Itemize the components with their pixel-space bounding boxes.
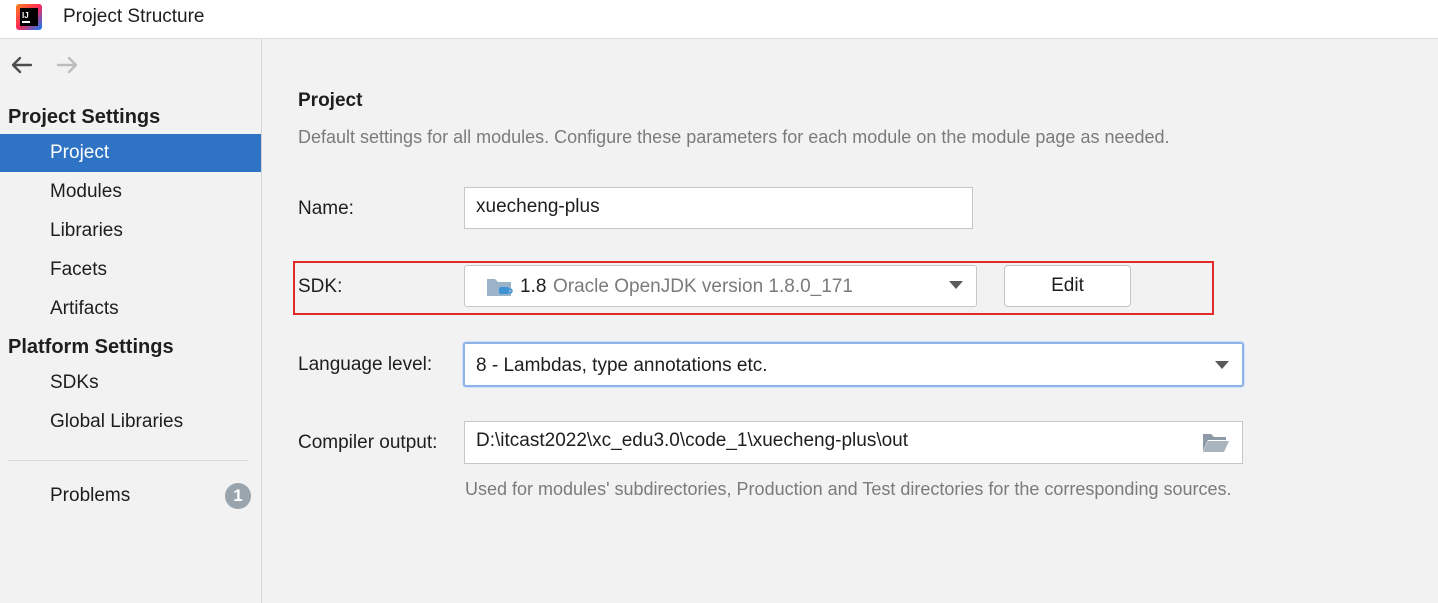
compiler-output-label: Compiler output: (298, 432, 438, 453)
project-settings-header: Project Settings (8, 106, 161, 128)
window-title: Project Structure (63, 6, 205, 27)
language-level-value: 8 - Lambdas, type annotations etc. (476, 355, 768, 376)
sidebar-item-sdks[interactable]: SDKs (0, 364, 261, 402)
sidebar-item-label: SDKs (50, 372, 99, 393)
sidebar-divider (8, 460, 248, 461)
sidebar-item-label: Global Libraries (50, 411, 184, 432)
intellij-idea-logo-icon: IJ (16, 4, 42, 30)
main-panel: Project Default settings for all modules… (262, 39, 1438, 603)
sidebar-item-modules[interactable]: Modules (0, 173, 261, 211)
arrow-right-icon[interactable] (55, 53, 81, 77)
compiler-output-hint: Used for modules' subdirectories, Produc… (465, 479, 1232, 499)
name-label: Name: (298, 198, 354, 219)
chevron-down-icon (949, 281, 963, 289)
chevron-down-icon (1215, 361, 1229, 369)
folder-open-icon[interactable] (1202, 431, 1230, 453)
language-level-label: Language level: (298, 354, 433, 375)
sidebar-item-label: Project (50, 142, 110, 163)
sidebar-item-label: Libraries (50, 220, 123, 241)
sidebar-item-label: Facets (50, 259, 108, 280)
sdk-edit-button[interactable]: Edit (1004, 265, 1131, 307)
sdk-detail: Oracle OpenJDK version 1.8.0_171 (553, 276, 853, 297)
sdk-label: SDK: (298, 276, 343, 297)
sidebar-item-project[interactable]: Project (0, 134, 261, 172)
sidebar-item-label: Problems (50, 485, 131, 506)
platform-settings-header: Platform Settings (8, 336, 174, 358)
sidebar-item-artifacts[interactable]: Artifacts (0, 290, 261, 328)
arrow-left-icon[interactable] (8, 53, 34, 77)
sidebar-item-label: Modules (50, 181, 122, 202)
problems-count-badge: 1 (225, 483, 251, 509)
sidebar-item-label: Artifacts (50, 298, 119, 319)
sdk-dropdown[interactable]: 1.8 Oracle OpenJDK version 1.8.0_171 (464, 265, 977, 307)
sdk-version: 1.8 (520, 276, 547, 297)
sidebar-item-global-libraries[interactable]: Global Libraries (0, 403, 261, 441)
sidebar-item-facets[interactable]: Facets (0, 251, 261, 289)
project-name-input[interactable]: xuecheng-plus (464, 187, 973, 229)
page-title: Project (298, 90, 363, 111)
language-level-dropdown[interactable]: 8 - Lambdas, type annotations etc. (463, 342, 1244, 387)
sidebar-item-libraries[interactable]: Libraries (0, 212, 261, 250)
title-bar: IJ Project Structure (0, 0, 1438, 39)
sidebar: Project Settings Project Modules Librari… (0, 39, 262, 603)
page-description: Default settings for all modules. Config… (298, 127, 1170, 147)
sidebar-item-problems[interactable]: Problems 1 (0, 477, 261, 515)
svg-text:IJ: IJ (22, 11, 29, 20)
jdk-folder-icon (487, 279, 513, 296)
compiler-output-input[interactable]: D:\itcast2022\xc_edu3.0\code_1\xuecheng-… (464, 421, 1243, 464)
